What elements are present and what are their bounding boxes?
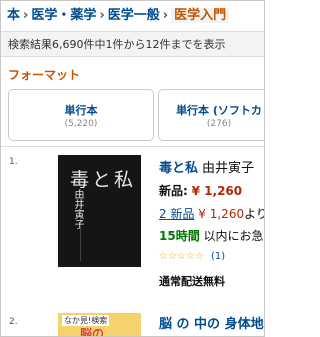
- breadcrumb-separator: ›: [23, 8, 29, 23]
- breadcrumb-separator: ›: [162, 8, 169, 23]
- format-heading: フォーマット: [8, 68, 81, 82]
- new-offers-link[interactable]: 2 新品: [159, 207, 194, 221]
- book-cover-image[interactable]: 毒と私 由井寅子: [58, 155, 141, 267]
- cover-title-text: 毒と私: [70, 169, 137, 191]
- shipping-hours: 15時間: [159, 229, 200, 243]
- product-title-link[interactable]: 毒と私: [159, 161, 198, 176]
- new-offers-suffix: より: [244, 207, 264, 221]
- cover-author-text: 由井寅子: [72, 189, 83, 229]
- product-title-link[interactable]: 脳 の 中の 身体地: [159, 313, 264, 332]
- result-index: 1.: [9, 157, 18, 167]
- star-rating-icon[interactable]: ☆☆☆☆☆: [159, 251, 204, 262]
- result-count: 検索結果6,690件中1件から12件までを表示: [8, 38, 226, 51]
- divider: [1, 146, 264, 147]
- breadcrumb-item-medicine-pharmacy[interactable]: 医学・薬学: [31, 8, 96, 23]
- breadcrumb-item-medicine-general[interactable]: 医学一般: [108, 8, 160, 23]
- new-offers-price: ¥ 1,260: [198, 207, 245, 221]
- shipping-text: 以内にお急: [203, 229, 264, 243]
- format-option-label: 単行本: [64, 104, 98, 117]
- format-option-count: (276): [206, 119, 232, 129]
- breadcrumb-separator: ›: [99, 8, 105, 23]
- format-option-count: (5,220): [64, 119, 98, 129]
- format-option-softcover[interactable]: 単行本 (ソフトカ (276): [158, 89, 264, 141]
- format-option-label: 単行本 (ソフトカ: [176, 104, 262, 117]
- review-count-link[interactable]: (1): [211, 251, 225, 262]
- breadcrumb-item-books[interactable]: 本: [7, 8, 20, 23]
- book-cover-image[interactable]: なか見!検索 脳の: [58, 313, 141, 337]
- free-shipping-label: 通常配送無料: [159, 275, 225, 288]
- shipping-row: 15時間 以内にお急: [159, 227, 264, 244]
- price-value: ¥ 1,260: [191, 184, 243, 198]
- price-row: 新品: ¥ 1,260: [159, 182, 242, 199]
- product-title-row: 毒と私 由井寅子: [159, 157, 254, 176]
- search-results-page: 本 › 医学・薬学 › 医学一般 › 医学入門 検索結果6,690件中1件から12件までを表…: [0, 0, 265, 337]
- result-bar: 検索結果6,690件中1件から12件までを表示: [1, 31, 264, 57]
- new-offers-row: 2 新品 ¥ 1,260より: [159, 205, 264, 222]
- price-label: 新品:: [159, 184, 188, 198]
- product-author: 由井寅子: [202, 161, 255, 176]
- breadcrumb-current: 医学入門: [171, 8, 230, 23]
- rating-row: ☆☆☆☆☆ (1): [159, 251, 225, 262]
- format-option-tankobon[interactable]: 単行本 (5,220): [8, 89, 154, 141]
- cover-title-text: 脳の: [80, 327, 105, 337]
- breadcrumb: 本 › 医学・薬学 › 医学一般 › 医学入門: [7, 4, 230, 23]
- result-index: 2.: [9, 317, 18, 327]
